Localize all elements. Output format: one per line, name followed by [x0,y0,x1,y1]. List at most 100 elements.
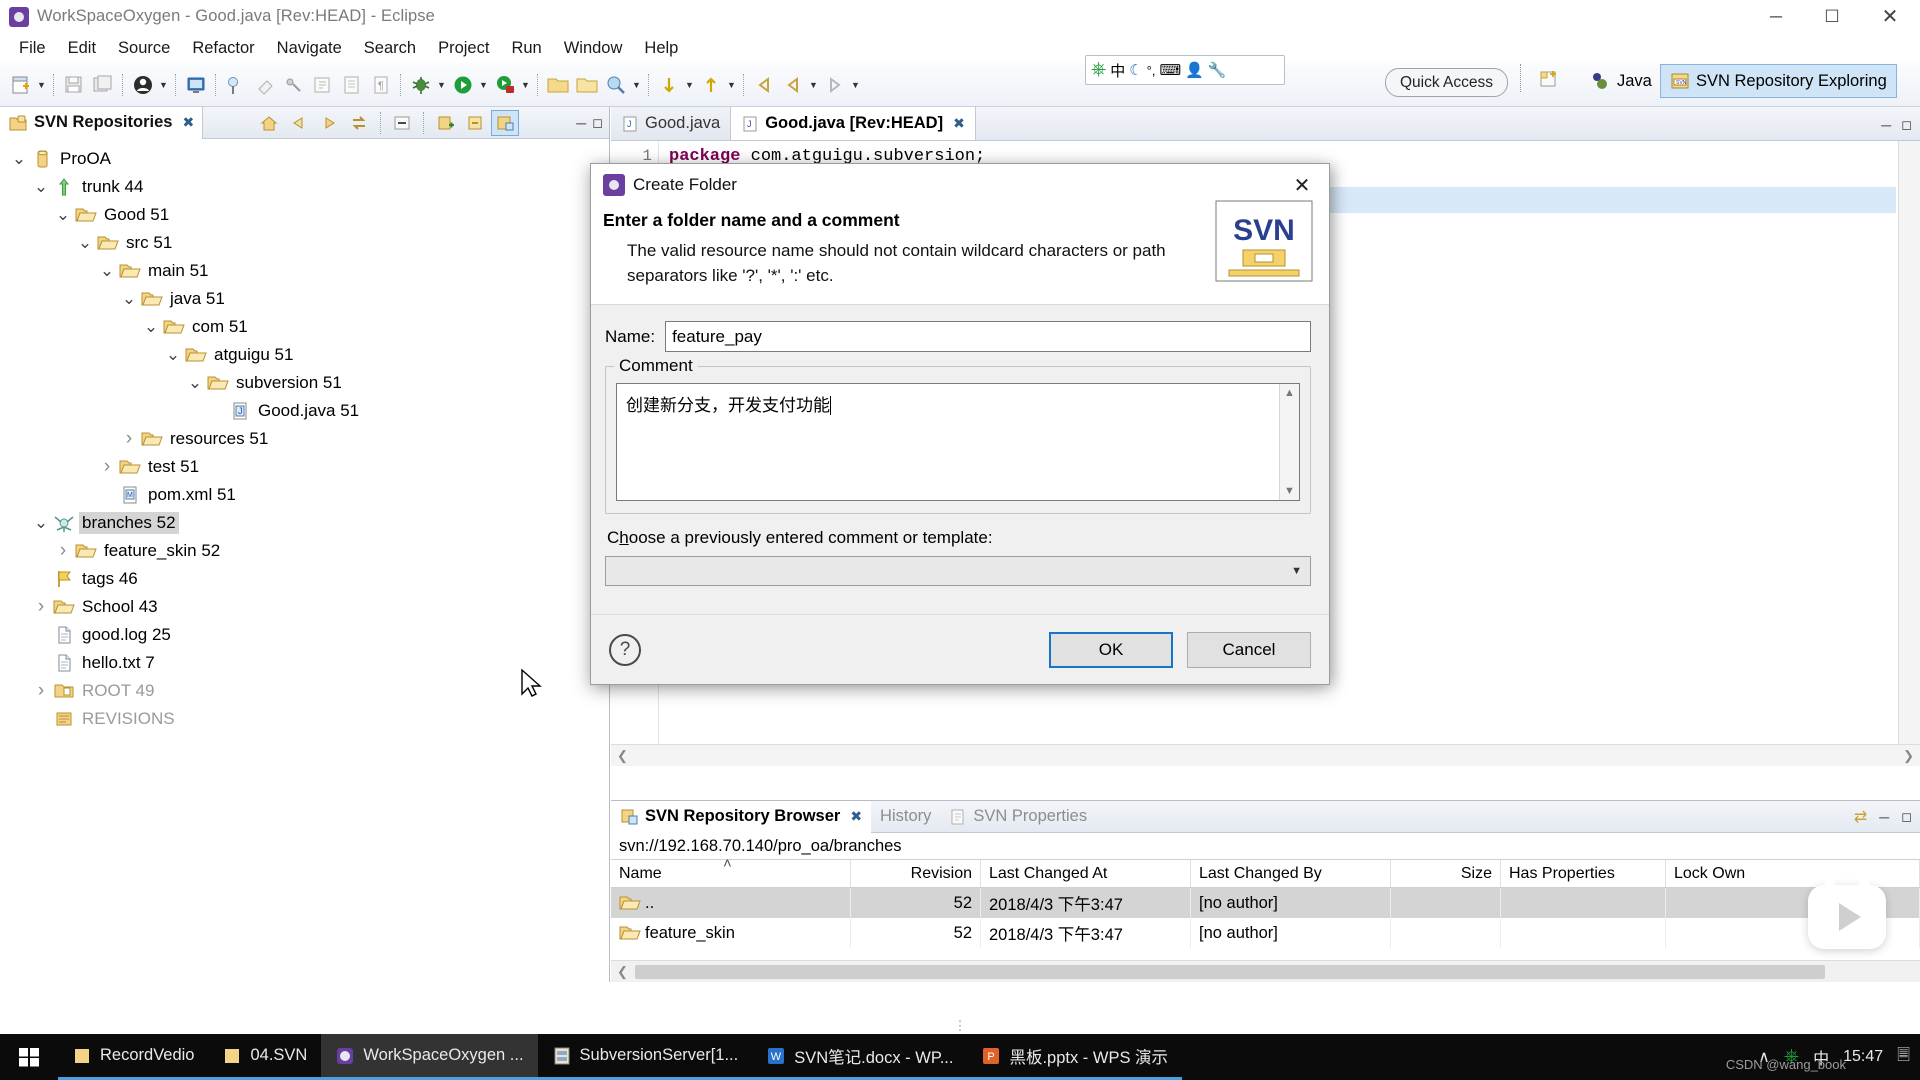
tree-item[interactable]: hello.txt 7 [0,649,609,677]
column-header[interactable]: Lock Own [1666,860,1920,887]
link-with-editor-icon[interactable]: ⇄ [1854,807,1867,827]
maximize-view-icon[interactable]: ◻ [592,115,603,131]
ime-user-icon[interactable]: 👤 [1185,61,1204,79]
ime-logo-icon[interactable]: ⎈ [1091,59,1106,81]
open-folder-2-icon[interactable] [573,70,600,100]
tree-item[interactable]: ⌄ main 51 [0,257,609,285]
chevron-down-icon[interactable]: ⌄ [8,150,30,167]
close-icon[interactable]: ✖ [850,808,862,825]
editor-tab-good-java-rev-head[interactable]: J Good.java [Rev:HEAD] ✖ [731,107,976,140]
table-horizontal-scrollbar[interactable]: ❮ [611,960,1920,982]
menu-refactor[interactable]: Refactor [181,36,265,61]
cancel-button[interactable]: Cancel [1187,631,1311,668]
tree-item[interactable]: REVISIONS [0,705,609,733]
home-icon[interactable] [255,110,283,136]
chevron-right-icon[interactable]: › [118,428,140,450]
tree-item[interactable]: ⌄ trunk 44 [0,173,609,201]
chevron-down-icon[interactable]: ⌄ [162,346,184,363]
menu-help[interactable]: Help [633,36,689,61]
scroll-left-icon[interactable]: ❮ [617,748,628,764]
dialog-close-button[interactable]: ✕ [1283,169,1321,201]
column-header[interactable]: Last Changed By [1191,860,1391,887]
menu-file[interactable]: File [8,36,57,61]
tree-item[interactable]: ⌄ Good 51 [0,201,609,229]
tab-history[interactable]: History [871,801,940,833]
menu-navigate[interactable]: Navigate [266,36,353,61]
editor-vertical-scrollbar[interactable] [1898,141,1920,766]
taskbar-item[interactable]: W SVN笔记.docx - WP... [752,1034,968,1080]
next-annotation-icon[interactable] [655,70,682,100]
open-folder-icon[interactable] [544,70,571,100]
tree-item[interactable]: ⌄ subversion 51 [0,369,609,397]
minimize-view-icon[interactable]: ─ [576,115,586,131]
help-button[interactable]: ? [609,633,641,666]
chevron-right-icon[interactable]: › [30,680,52,702]
comment-textarea[interactable]: 创建新分支，开发支付功能 ▲ ▼ [616,383,1300,502]
tree-item[interactable]: › School 43 [0,593,609,621]
chevron-right-icon[interactable]: › [96,456,118,478]
tree-item[interactable]: ⌄ com 51 [0,313,609,341]
tree-item[interactable]: › feature_skin 52 [0,537,609,565]
start-button[interactable] [0,1034,58,1080]
annotate-icon[interactable] [222,70,249,100]
person-icon[interactable] [129,70,156,100]
back-history-icon[interactable] [779,70,806,100]
tree-item[interactable]: tags 46 [0,565,609,593]
prev-annotation-icon[interactable] [697,70,724,100]
new-repository-icon[interactable] [431,110,459,136]
menu-source[interactable]: Source [107,36,181,61]
debug-icon[interactable] [407,70,434,100]
close-icon[interactable]: ✖ [953,115,965,132]
chevron-down-icon[interactable]: ⌄ [140,318,162,335]
menu-run[interactable]: Run [500,36,552,61]
maximize-view-icon[interactable]: ◻ [1901,809,1912,825]
run-icon[interactable] [449,70,476,100]
tab-svn-properties[interactable]: SVN Properties [940,801,1096,833]
ime-moon-icon[interactable]: ☾ [1129,61,1142,79]
column-header[interactable]: Last Changed At [981,860,1191,887]
tree-item[interactable]: › resources 51 [0,425,609,453]
scroll-up-icon[interactable]: ▲ [1284,387,1295,399]
new-wizard-dropdown-icon[interactable]: ▼ [35,70,48,100]
link-repository-icon[interactable] [461,110,489,136]
save-icon[interactable] [60,70,87,100]
taskbar-item[interactable]: RecordVedio [58,1034,209,1080]
template-combobox[interactable]: ▼ [605,556,1311,587]
editor-tab-good-java[interactable]: J Good.java [611,107,732,140]
chevron-down-icon[interactable]: ▼ [1291,565,1302,577]
column-header[interactable]: Name ˄ [611,855,851,887]
tab-svn-repository-browser[interactable]: SVN Repository Browser ✖ [611,800,872,833]
recording-play-overlay[interactable] [1808,885,1886,949]
chevron-right-icon[interactable]: › [30,596,52,618]
tree-item[interactable]: › test 51 [0,453,609,481]
menu-window[interactable]: Window [553,36,634,61]
close-button[interactable]: ✕ [1860,0,1920,33]
tree-item[interactable]: ⌄ ProOA [0,145,609,173]
column-header[interactable]: Size [1391,860,1501,887]
tree-item[interactable]: › ROOT 49 [0,677,609,705]
tree-item[interactable]: ⌄ atguigu 51 [0,341,609,369]
ime-chinese-icon[interactable]: 中 [1110,60,1125,81]
column-header[interactable]: Has Properties [1501,860,1666,887]
minimize-view-icon[interactable]: ─ [1879,809,1889,825]
table-row[interactable]: feature_skin 52 2018/4/3 下午3:47 [no author] [611,918,1920,948]
chevron-down-icon[interactable]: ⌄ [184,374,206,391]
collapse-all-icon[interactable] [388,110,416,136]
clock[interactable]: 15:47 [1843,1048,1883,1066]
run-dropdown-icon[interactable]: ▼ [477,70,490,100]
notification-icon[interactable]: 🗏 [1897,1044,1910,1071]
taskbar-item[interactable]: 04.SVN [208,1034,322,1080]
tree-item[interactable]: ⌄ branches 52 [0,509,609,537]
maximize-editor-icon[interactable]: ◻ [1901,117,1912,133]
ime-keyboard-icon[interactable]: ⌨ [1159,61,1181,79]
comment-scrollbar[interactable]: ▲ ▼ [1279,384,1299,501]
open-perspective-button[interactable] [1534,64,1564,94]
quick-access-input[interactable]: Quick Access [1385,68,1508,97]
debug-dropdown-icon[interactable]: ▼ [435,70,448,100]
scroll-down-icon[interactable]: ▼ [1284,485,1295,497]
taskbar-item[interactable]: WorkSpaceOxygen ... [321,1034,538,1080]
taskbar-item[interactable]: P 黑板.pptx - WPS 演示 [967,1034,1183,1080]
person-dropdown-icon[interactable]: ▼ [157,70,170,100]
tree-item[interactable]: ⌄ src 51 [0,229,609,257]
perspective-svn-button[interactable]: SVN SVN Repository Exploring [1660,64,1897,98]
